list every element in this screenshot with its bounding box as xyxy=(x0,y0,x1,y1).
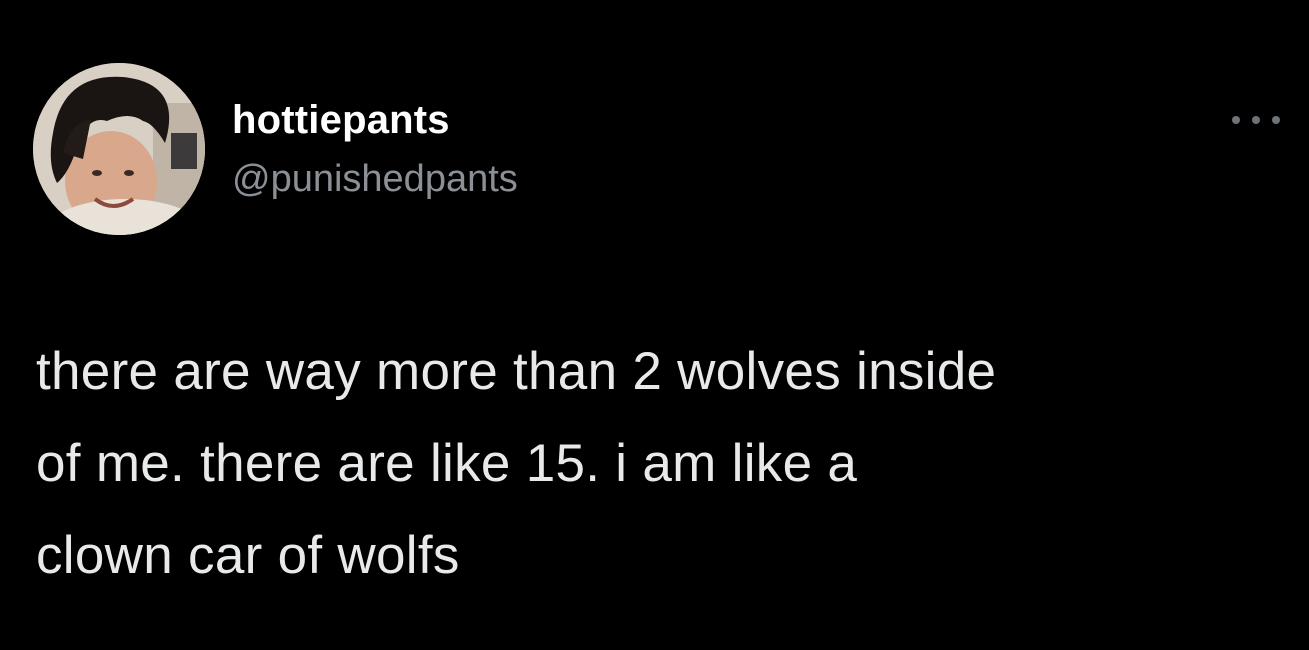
tweet-text-line: there are way more than 2 wolves inside xyxy=(36,342,997,401)
author-display-name[interactable]: hottiepants xyxy=(232,96,450,144)
more-options-button[interactable] xyxy=(1232,108,1280,132)
tweet-body: there are way more than 2 wolves inside … xyxy=(36,326,1296,602)
author-avatar[interactable] xyxy=(33,63,205,235)
author-handle[interactable]: @punishedpants xyxy=(232,156,518,202)
tweet-text-line: of me. there are like 15. i am like a xyxy=(36,434,858,493)
more-horizontal-icon xyxy=(1232,116,1240,124)
tweet-text-line: clown car of wolfs xyxy=(36,526,460,585)
more-horizontal-icon xyxy=(1272,116,1280,124)
tweet-card: hottiepants @punishedpants there are way… xyxy=(0,0,1309,650)
more-horizontal-icon xyxy=(1252,116,1260,124)
profile-photo-icon xyxy=(33,63,205,235)
